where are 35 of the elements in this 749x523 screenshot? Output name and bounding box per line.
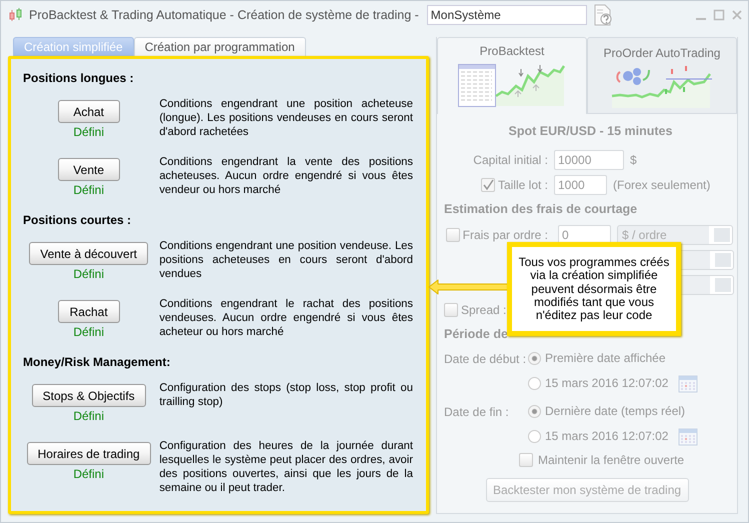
tab-label: ProOrder AutoTrading: [604, 46, 720, 60]
condition-description: Conditions engendrant une position acheteuse (longue). Les positions vendeuses en cours seront d'abord rachetées: [159, 97, 413, 140]
window-title: ProBacktest & Trading Automatique - Création de système de trading -: [29, 8, 419, 22]
option-label: 15 mars 2016 12:07:02: [545, 376, 668, 390]
section-heading: Money/Risk Management:: [23, 355, 172, 369]
checkbox-label: Maintenir la fenêtre ouverte: [538, 453, 684, 467]
option-label: Première date affichée: [545, 351, 666, 365]
status-label: Défini: [73, 409, 104, 423]
option-label: 15 mars 2016 12:07:02: [545, 429, 668, 443]
instrument-label: Spot EUR/USD - 15 minutes: [508, 124, 674, 138]
condition-description: Configuration des heures de la journée durant lesquelles le système peut placer des ordres, avoir des positions ouvertes, ainsi que les jours de la semaine ou il peut trader.: [159, 439, 413, 495]
option-label: Dernière date (temps réel): [545, 404, 686, 418]
section-heading: Positions longues :: [23, 71, 135, 85]
section-heading: Estimation des frais de courtage: [444, 202, 638, 216]
unit-label: $: [630, 152, 637, 166]
field-label: Frais par ordre :: [462, 228, 548, 242]
field-label: Taille lot :: [498, 178, 548, 192]
status-label: Défini: [73, 125, 104, 139]
field-label: Date de fin :: [444, 404, 510, 421]
condition-description: Configuration des stops (stop loss, stop profit ou trailling stop): [159, 381, 413, 410]
note-label: (Forex seulement): [613, 178, 710, 192]
status-label: Défini: [73, 267, 104, 281]
field-label: Spread :: [461, 302, 506, 316]
status-label: Défini: [73, 467, 104, 481]
field-label: Capital initial :: [473, 152, 548, 166]
info-tooltip: Tous vos programmes créés via la création simplifiée peuvent désormais être modifiés tant que vous n'éditez pas leur code: [507, 242, 681, 336]
tab-label: ProBacktest: [480, 44, 544, 58]
condition-description: Conditions engendrant une position vendeuse. Les positions acheteuses en cours seront d'abord vendues: [159, 239, 413, 282]
field-label: Date de début :: [444, 351, 528, 368]
section-heading: Positions courtes :: [23, 213, 132, 227]
section-heading: Période de: [444, 327, 509, 341]
condition-description: Conditions engendrant le rachat des positions vendeuses. Aucun ordre engendré si vous êtes acheteur ou hors marché: [159, 297, 413, 340]
status-label: Défini: [73, 325, 104, 339]
status-label: Défini: [73, 183, 104, 197]
condition-description: Conditions engendrant la vente des positions acheteuses. Aucun ordre engendré si vous êtes vendeur ou hors marché: [159, 155, 413, 198]
